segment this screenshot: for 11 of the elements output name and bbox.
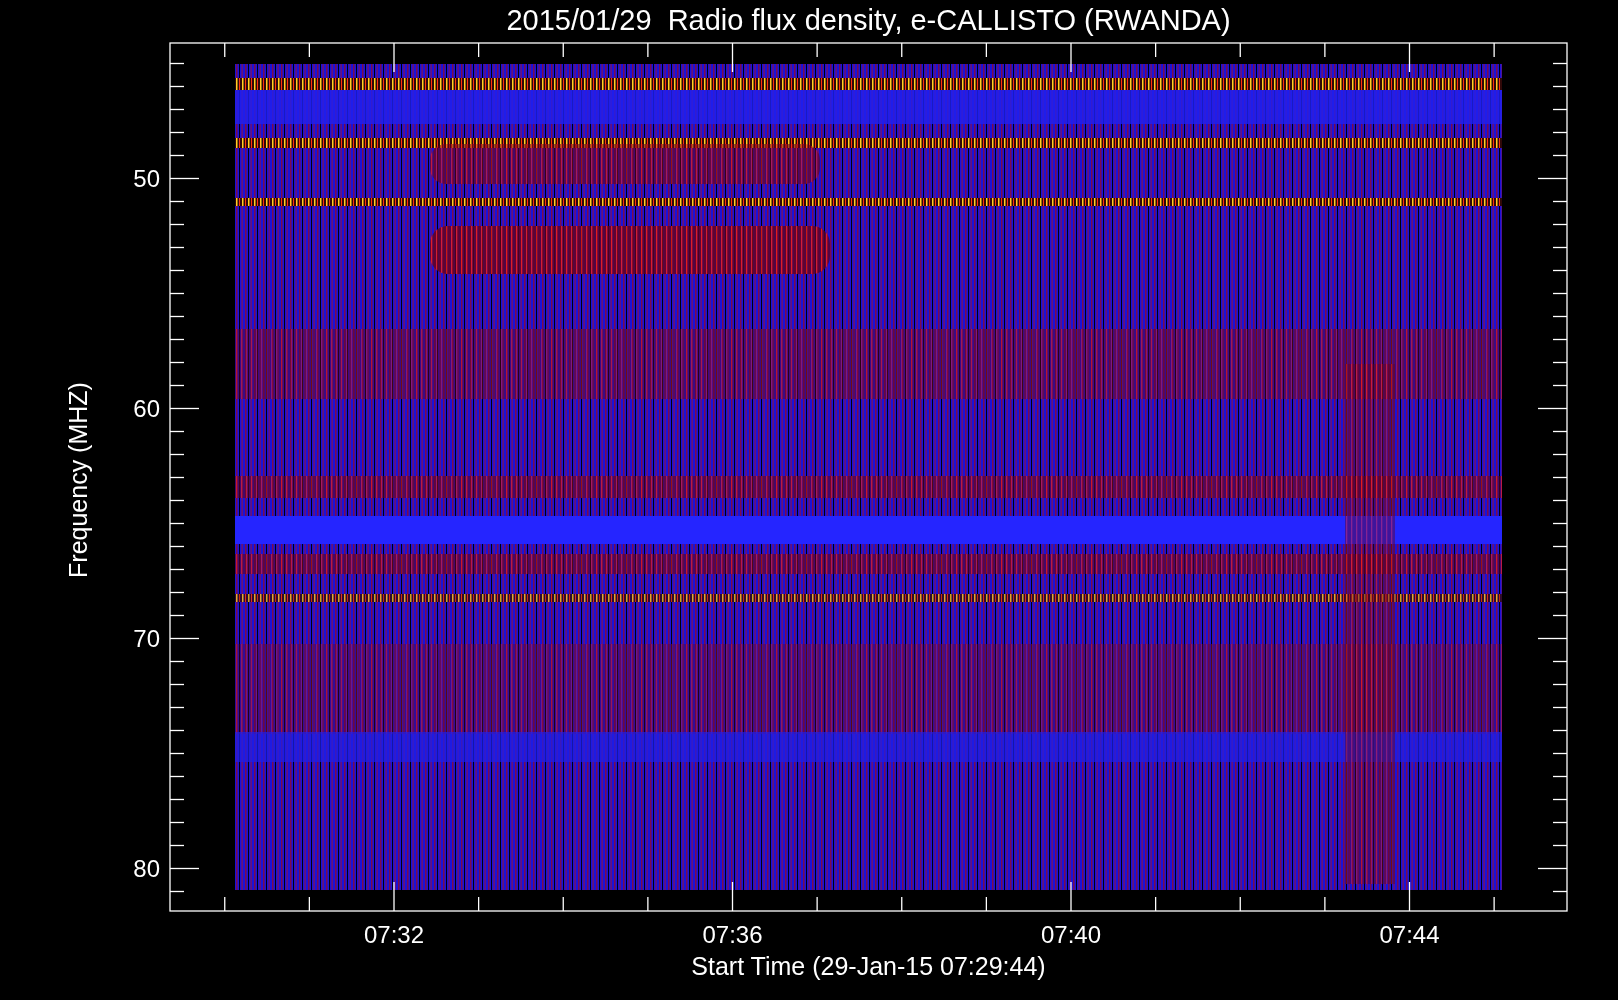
y-tick-label: 80 <box>133 854 160 883</box>
x-tick-label: 07:32 <box>362 921 426 949</box>
y-tick-label: 70 <box>133 624 160 653</box>
x-tick-label: 07:40 <box>1039 921 1103 949</box>
y-axis-label: Frequency (MHZ) <box>63 382 93 578</box>
x-tick-label: 07:36 <box>701 921 764 949</box>
x-tick-label: 07:44 <box>1378 921 1441 949</box>
y-tick-label: 60 <box>133 394 160 423</box>
chart-title: 2015/01/29 Radio flux density, e-CALLISTO (RWANDA) <box>506 3 1231 38</box>
x-axis-label: Start Time (29-Jan-15 07:29:44) <box>691 951 1046 981</box>
y-tick-label: 50 <box>133 164 160 193</box>
